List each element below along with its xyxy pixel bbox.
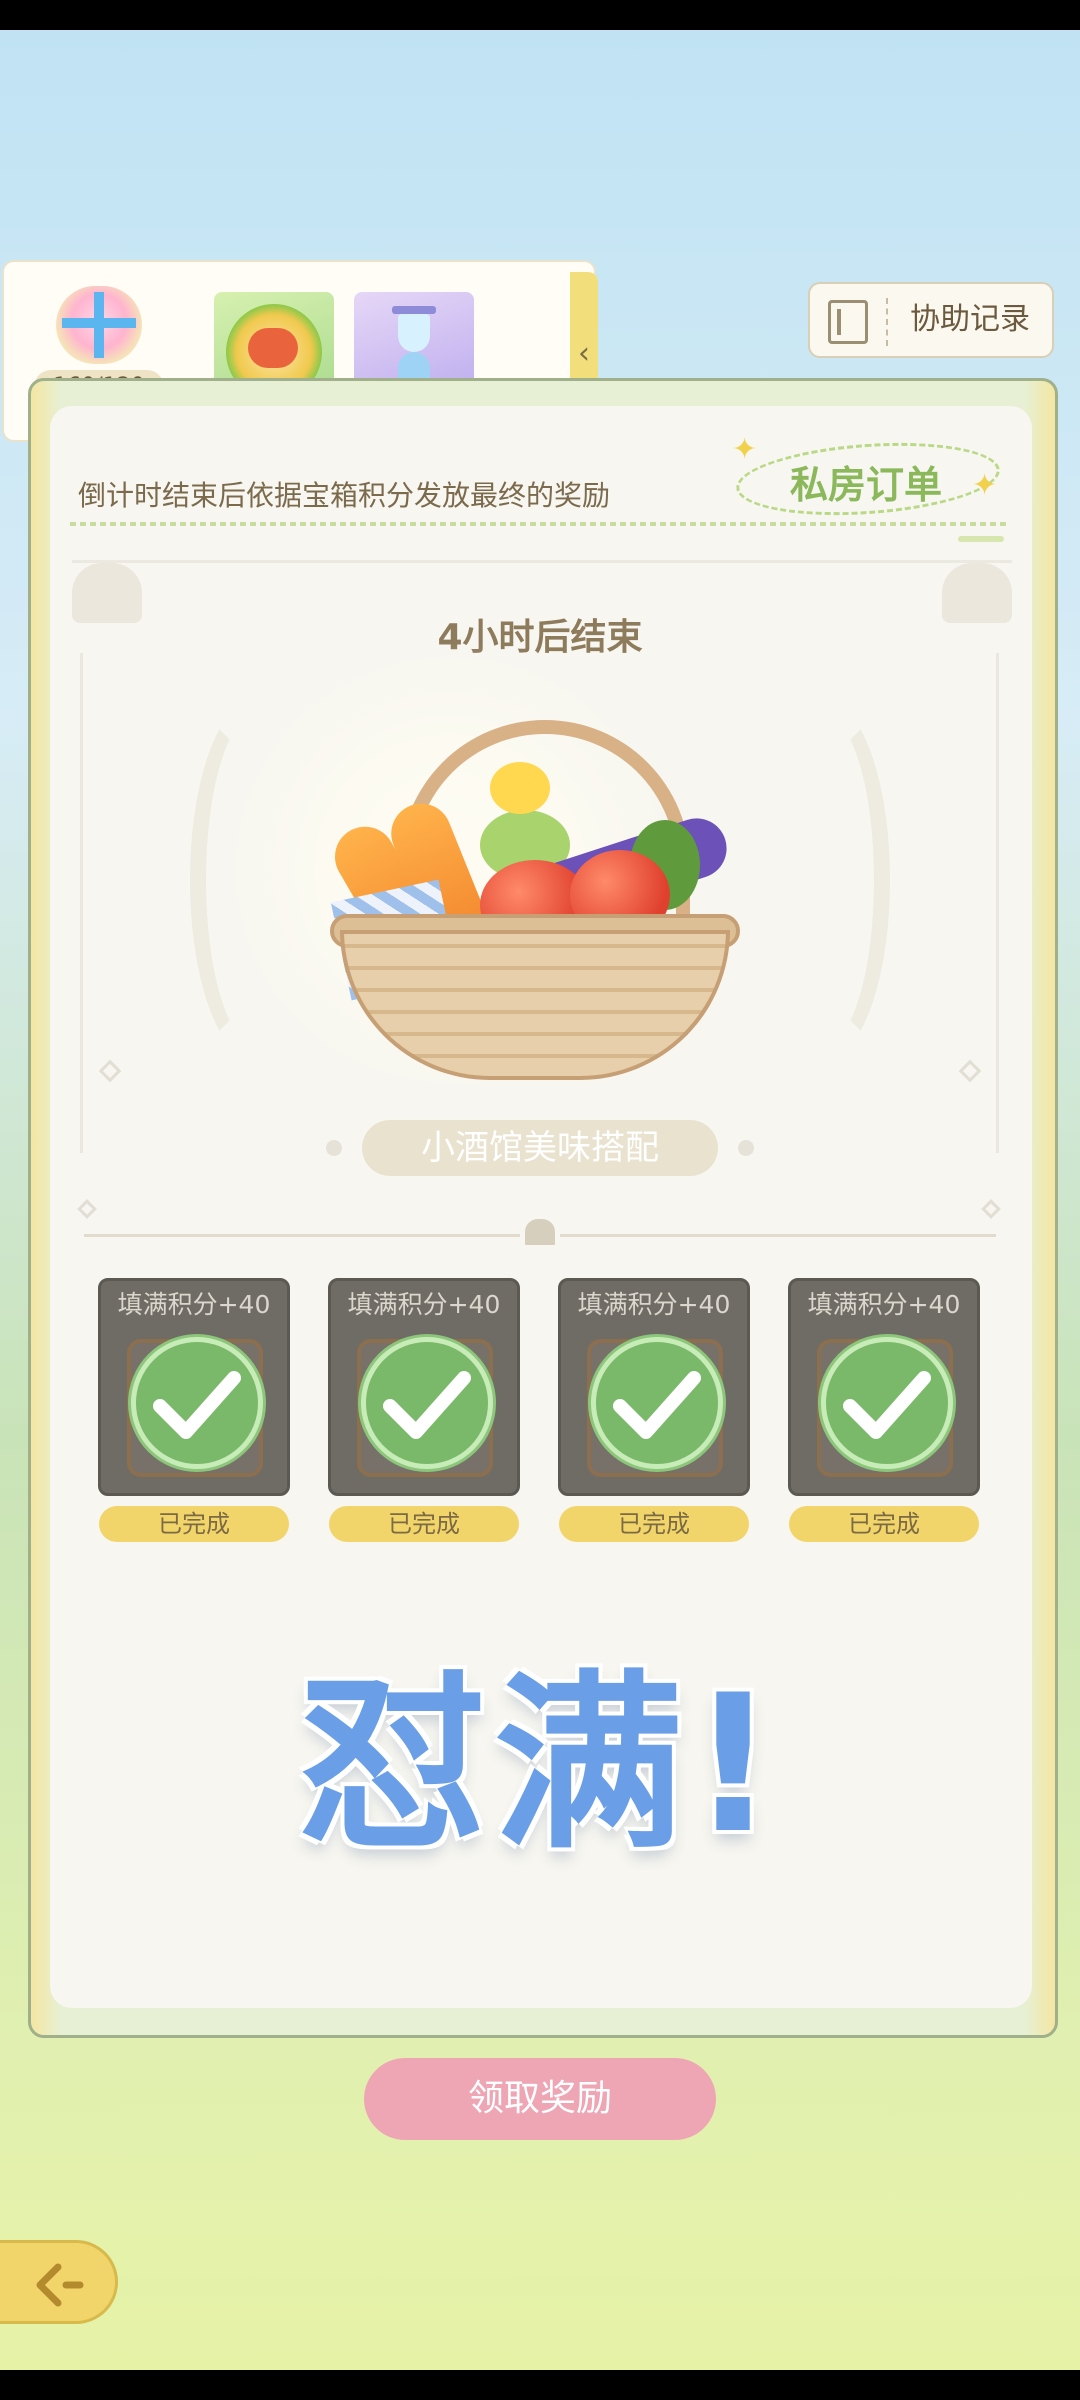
navigation-bar-bottom <box>0 2370 1080 2400</box>
status-bar-top <box>0 0 1080 30</box>
countdown-text: 4小时后结束 <box>437 617 643 658</box>
task-status: 已完成 <box>789 1506 979 1542</box>
task-label: 填满积分+40 <box>577 1290 731 1319</box>
dish-dot-right <box>738 1140 754 1156</box>
laurel-right <box>760 700 890 1060</box>
task-label: 填满积分+40 <box>807 1290 961 1319</box>
sparkle-icon: ✦ <box>972 468 998 503</box>
claim-reward-button[interactable]: 领取奖励 <box>364 2058 716 2140</box>
sparkle-icon: ✦ <box>732 432 758 467</box>
private-order-tag: 私房订单 ✦ ✦ <box>732 432 1003 524</box>
task-status: 已完成 <box>99 1506 289 1542</box>
private-order-title: 私房订单 <box>790 463 943 507</box>
task-card[interactable]: 填满积分+40 <box>788 1278 980 1496</box>
task-status: 已完成 <box>559 1506 749 1542</box>
task-card[interactable]: 填满积分+40 <box>98 1278 290 1496</box>
task-card[interactable]: 填满积分+40 <box>558 1278 750 1496</box>
help-record-button[interactable]: 协助记录 <box>808 282 1054 358</box>
chevron-left-icon: ‹ <box>578 336 590 371</box>
dish-name: 小酒馆美味搭配 <box>362 1120 718 1176</box>
chef-hat-icon <box>520 1214 560 1250</box>
check-icon <box>821 1337 953 1469</box>
back-button[interactable] <box>0 2240 118 2324</box>
hint-underline-accent <box>958 536 1004 542</box>
back-arrow-icon <box>36 2263 84 2307</box>
task-label: 填满积分+40 <box>347 1290 501 1319</box>
notebook-icon <box>828 300 868 344</box>
check-icon <box>591 1337 723 1469</box>
check-icon <box>361 1337 493 1469</box>
task-card[interactable]: 填满积分+40 <box>328 1278 520 1496</box>
full-banner-text: 怼满! <box>297 1654 783 1875</box>
hint-text: 倒计时结束后依据宝箱积分发放最终的奖励 <box>78 479 611 512</box>
laurel-left <box>190 700 320 1060</box>
dish-dot-left <box>326 1140 342 1156</box>
vegetable-basket-image <box>324 700 750 1080</box>
task-status: 已完成 <box>329 1506 519 1542</box>
check-icon <box>131 1337 263 1469</box>
help-record-label: 协助记录 <box>910 302 1030 337</box>
task-label: 填满积分+40 <box>117 1290 271 1319</box>
gift-box-icon <box>56 286 142 364</box>
